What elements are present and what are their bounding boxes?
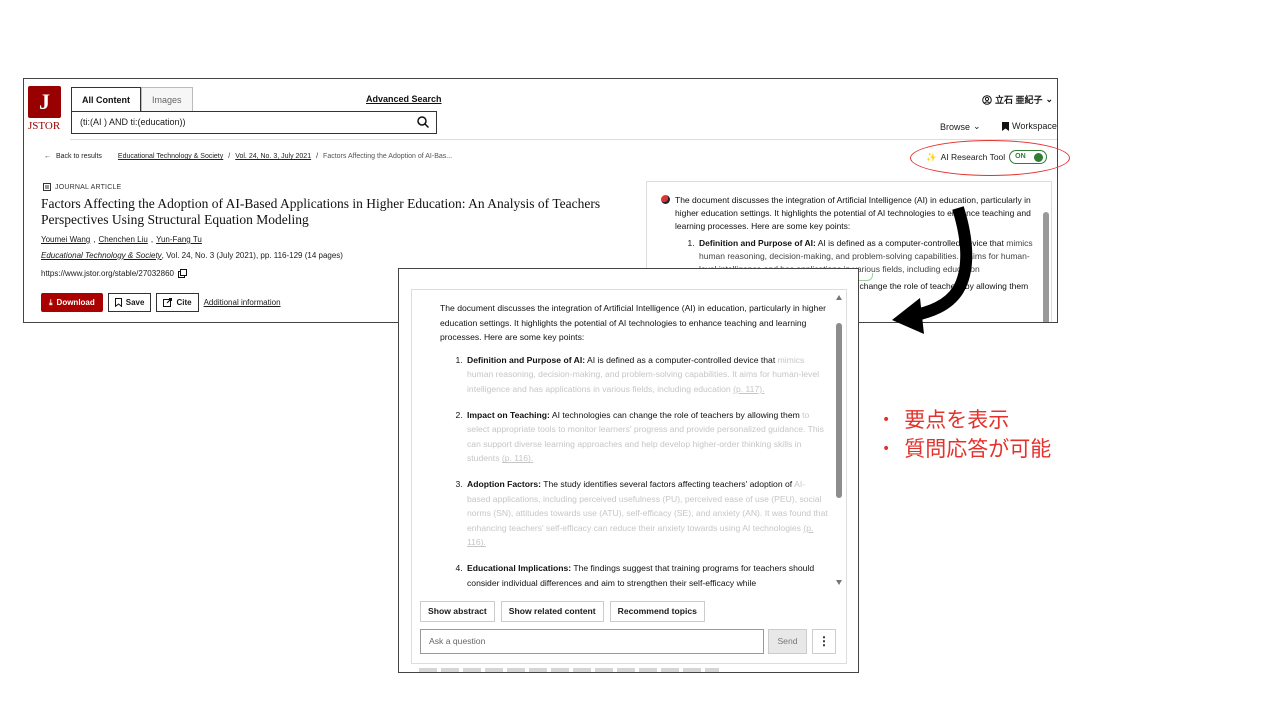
ai-summary-points: Definition and Purpose of AI: AI is defi…: [440, 353, 828, 588]
author-link[interactable]: Youmei Wang: [41, 235, 90, 244]
chevron-down-icon: ⌄: [1045, 94, 1053, 104]
callout-arrow-icon: [892, 206, 973, 334]
send-button[interactable]: Send: [768, 629, 807, 654]
breadcrumb-issue[interactable]: Vol. 24, No. 3, July 2021: [235, 153, 311, 160]
cite-button[interactable]: Cite: [156, 293, 199, 312]
annotation-notes: 要点を表示 質問応答が可能: [882, 406, 1051, 464]
browse-menu[interactable]: Browse ⌄: [940, 121, 981, 132]
ai-summary-text: The document discusses the integration o…: [440, 301, 828, 588]
tab-images[interactable]: Images: [141, 87, 193, 111]
user-name: 立石 亜紀子: [994, 95, 1043, 105]
scroll-down-icon[interactable]: [836, 580, 842, 585]
breadcrumb: ← Back to results Educational Technology…: [44, 153, 452, 160]
breadcrumb-journal[interactable]: Educational Technology & Society: [118, 153, 223, 160]
search-tabs: All Content Images: [71, 87, 193, 111]
ai-avatar-icon: [661, 195, 670, 204]
annotation-note: 質問応答が可能: [882, 435, 1051, 464]
search-icon[interactable]: [416, 115, 430, 129]
document-type: JOURNAL ARTICLE: [43, 183, 121, 191]
download-icon: ⤓: [49, 298, 53, 307]
ai-research-panel: The document discusses the integration o…: [411, 289, 847, 664]
back-to-results-link[interactable]: Back to results: [56, 153, 102, 160]
document-type-label: JOURNAL ARTICLE: [55, 183, 122, 191]
back-arrow-icon[interactable]: ←: [44, 153, 51, 160]
citation-line: Educational Technology & Society, Vol. 2…: [41, 251, 343, 260]
jstor-logo-mark-icon: J: [28, 86, 61, 118]
copy-icon[interactable]: [177, 269, 187, 278]
ai-summary-intro: The document discusses the integration o…: [440, 303, 826, 343]
scrollbar-thumb[interactable]: [836, 323, 842, 498]
stable-url: https://www.jstor.org/stable/27032860: [41, 269, 187, 278]
author-link[interactable]: Yun-Fang Tu: [156, 235, 202, 244]
search-query-text: (ti:(AI ) AND ti:(education)): [80, 117, 186, 127]
download-button[interactable]: ⤓ Download: [41, 293, 103, 312]
chevron-down-icon: ⌄: [973, 121, 981, 131]
scrollbar[interactable]: [1043, 184, 1049, 322]
user-menu[interactable]: 立石 亜紀子 ⌄: [982, 93, 1053, 106]
list-item: Impact on Teaching: AI technologies can …: [465, 408, 828, 466]
more-options-icon[interactable]: ⋮: [812, 629, 836, 654]
suggestion-chips: Show abstract Show related content Recom…: [420, 601, 705, 622]
author-link[interactable]: Chenchen Liu: [98, 235, 147, 244]
scrollbar-thumb[interactable]: [1043, 212, 1049, 322]
additional-information-link[interactable]: Additional information: [204, 298, 281, 307]
jstor-logo[interactable]: J JSTOR: [28, 86, 64, 138]
footer-text-fragment: [419, 668, 719, 672]
breadcrumb-separator: /: [228, 153, 231, 160]
annotation-note: 要点を表示: [882, 406, 1051, 435]
stable-url-text: https://www.jstor.org/stable/27032860: [41, 269, 174, 278]
browse-label: Browse: [940, 121, 971, 132]
advanced-search-link[interactable]: Advanced Search: [366, 94, 442, 104]
workspace-label: Workspace: [1012, 121, 1057, 131]
highlight-ellipse: [910, 140, 1070, 176]
breadcrumb-current: Factors Affecting the Adoption of AI-Bas…: [323, 153, 453, 160]
list-item: Educational Implications: The findings s…: [465, 561, 828, 588]
search-input[interactable]: (ti:(AI ) AND ti:(education)): [71, 111, 437, 134]
workspace-link[interactable]: Workspace: [1002, 121, 1057, 131]
show-related-content-button[interactable]: Show related content: [500, 601, 604, 622]
bookmark-icon: [114, 298, 122, 307]
page-reference-link[interactable]: (p. 117).: [733, 384, 764, 394]
list-item: Definition and Purpose of AI: AI is defi…: [465, 353, 828, 397]
ai-panel-zoom-screenshot: The document discusses the integration o…: [398, 268, 859, 673]
list-item: Adoption Factors: The study identifies s…: [465, 477, 828, 550]
breadcrumb-separator: /: [316, 153, 319, 160]
article-actions: ⤓ Download Save Cite Additional informat…: [41, 293, 281, 312]
scroll-up-icon[interactable]: [836, 295, 842, 300]
journal-link[interactable]: Educational Technology & Society: [41, 251, 162, 260]
user-icon: [982, 94, 992, 105]
jstor-logo-text: JSTOR: [28, 120, 61, 132]
page-reference-link[interactable]: (p. 116).: [502, 453, 533, 463]
citation-details: , Vol. 24, No. 3 (July 2021), pp. 116-12…: [161, 251, 343, 260]
save-button[interactable]: Save: [107, 293, 152, 312]
bookmark-icon: [1002, 121, 1009, 131]
cite-label: Cite: [176, 298, 192, 307]
tab-all-content[interactable]: All Content: [71, 87, 141, 111]
author-list: Youmei Wang, Chenchen Liu, Yun-Fang Tu: [41, 235, 202, 244]
download-label: Download: [56, 298, 95, 307]
document-icon: [43, 183, 51, 191]
save-label: Save: [125, 298, 145, 307]
recommend-topics-button[interactable]: Recommend topics: [609, 601, 705, 622]
external-quote-icon: [163, 298, 173, 307]
header-divider: [70, 139, 1057, 140]
ai-summary-intro: The document discusses the integration o…: [675, 195, 1031, 231]
show-abstract-button[interactable]: Show abstract: [420, 601, 495, 622]
ask-question-input[interactable]: Ask a question: [420, 629, 764, 654]
scrollbar[interactable]: [836, 295, 843, 585]
article-title: Factors Affecting the Adoption of AI-Bas…: [41, 196, 601, 227]
